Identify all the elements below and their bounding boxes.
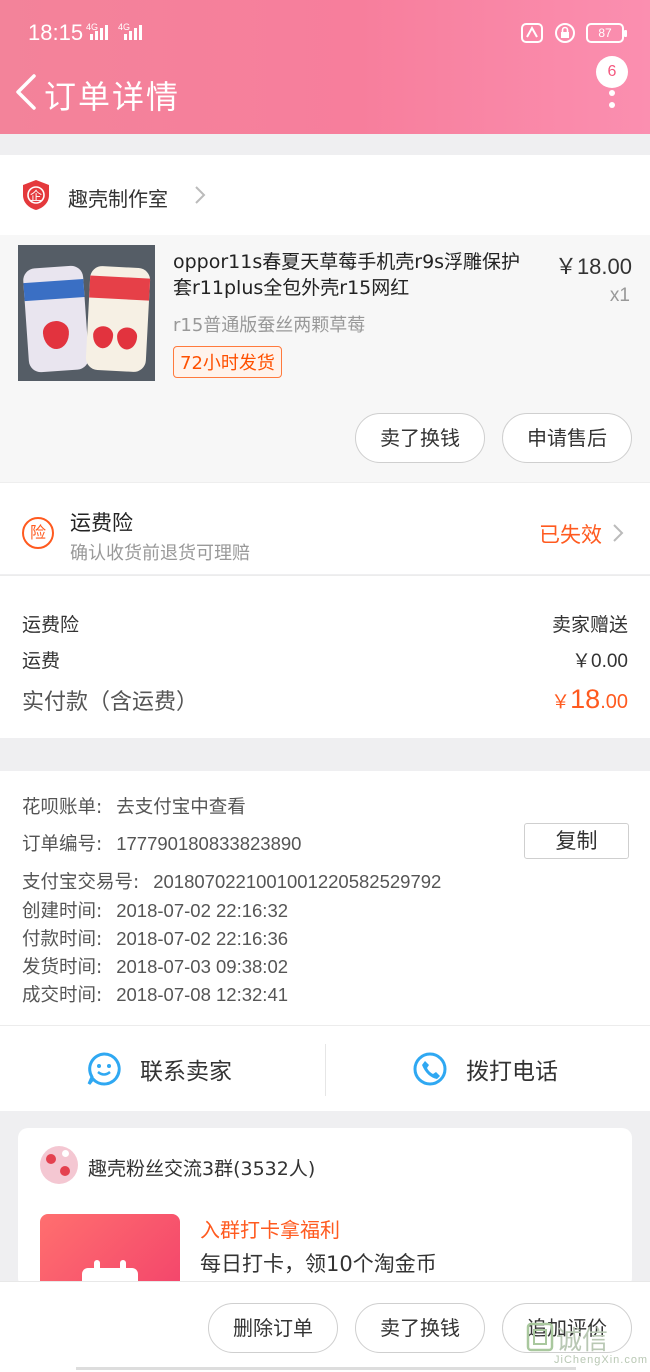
insurance-status: 已失效	[539, 523, 602, 547]
lock-icon	[555, 23, 575, 43]
contact-seller-button[interactable]: 联系卖家	[86, 1026, 232, 1112]
chat-icon	[87, 1052, 121, 1086]
contact-bar: 联系卖家 拨打电话	[0, 1025, 650, 1111]
info-row-huabei: 花呗账单: 去支付宝中查看	[22, 796, 246, 818]
chevron-right-icon	[613, 524, 624, 542]
svg-text:企: 企	[30, 188, 42, 203]
product-quantity: x1	[609, 285, 630, 306]
product-sku: r15普通版蚕丝两颗草莓	[173, 315, 366, 336]
insurance-title: 运费险	[70, 511, 133, 535]
info-row-paid: 付款时间: 2018-07-02 22:16:36	[22, 928, 289, 950]
product-title[interactable]: oppor11s春夏天草莓手机壳r9s浮雕保护套r11plus全包外壳r15网红	[173, 249, 533, 301]
product-card[interactable]: oppor11s春夏天草莓手机壳r9s浮雕保护套r11plus全包外壳r15网红…	[0, 235, 650, 482]
signal-icon	[90, 24, 108, 40]
group-promo-text: 入群打卡拿福利	[200, 1218, 340, 1242]
fee-row-shipping: 运费 ￥0.00	[22, 646, 628, 673]
watermark-text: 诚信	[556, 1326, 609, 1356]
phone-case-left	[22, 265, 90, 373]
huabei-link[interactable]: 去支付宝中查看	[116, 796, 246, 817]
group-name: 趣壳粉丝交流3群(3532人)	[88, 1158, 316, 1180]
divider	[325, 1044, 326, 1096]
app-header: 18:15 4G 4G 87 订单详情 6	[0, 0, 650, 134]
paid-label: 实付款（含运费）	[22, 690, 199, 715]
call-phone-button[interactable]: 拨打电话	[412, 1026, 558, 1112]
group-description: 每日打卡，领10个淘金币	[200, 1252, 437, 1276]
info-row-order-number: 订单编号: 177790180833823890	[22, 833, 302, 855]
fee-summary: 运费险 卖家赠送 运费 ￥0.00 实付款（含运费） ￥18.00	[0, 575, 650, 738]
nfc-icon	[521, 23, 543, 43]
contact-seller-label: 联系卖家	[140, 1059, 232, 1085]
status-bar: 18:15 4G 4G 87	[0, 0, 650, 62]
more-dots-icon	[609, 90, 615, 108]
group-avatar	[40, 1146, 78, 1184]
phone-icon	[413, 1052, 447, 1086]
product-image[interactable]	[18, 245, 155, 381]
watermark-logo-icon	[526, 1322, 554, 1352]
group-promo-image	[40, 1214, 180, 1288]
watermark: 诚信 JiChengXin.com	[526, 1320, 649, 1368]
shop-name: 趣壳制作室	[68, 187, 168, 211]
sell-for-cash-button[interactable]: 卖了换钱	[355, 413, 485, 463]
info-row-alipay-trade: 支付宝交易号: 2018070221001001220582529792	[22, 871, 442, 893]
chevron-right-icon	[195, 186, 206, 204]
page-title: 订单详情	[44, 78, 181, 116]
apply-after-sales-button[interactable]: 申请售后	[502, 413, 632, 463]
info-row-shipped: 发货时间: 2018-07-03 09:38:02	[22, 956, 289, 978]
product-price: ￥18.00	[554, 254, 632, 279]
signal-icon-2	[124, 24, 142, 40]
fan-group-card[interactable]: 趣壳粉丝交流3群(3532人) 入群打卡拿福利 每日打卡，领10个淘金币	[18, 1128, 632, 1288]
shop-row[interactable]: 企 趣壳制作室	[0, 155, 650, 235]
fee-value: 卖家赠送	[551, 614, 628, 636]
shipping-tag: 72小时发货	[173, 346, 282, 378]
gesture-bar	[76, 1367, 576, 1370]
fee-row-paid: 实付款（含运费） ￥18.00	[22, 684, 628, 716]
sell-for-cash-bottom-button[interactable]: 卖了换钱	[355, 1303, 485, 1353]
insurance-subtitle: 确认收货前退货可理赔	[70, 543, 250, 564]
status-time: 18:15	[28, 20, 84, 45]
fee-label: 运费	[22, 650, 61, 672]
back-arrow-icon[interactable]	[10, 70, 42, 114]
info-row-created: 创建时间: 2018-07-02 22:16:32	[22, 900, 289, 922]
notification-badge: 6	[596, 56, 628, 88]
fee-label: 运费险	[22, 614, 80, 636]
more-menu-button[interactable]: 6	[596, 56, 636, 116]
fee-value: ￥0.00	[572, 651, 628, 672]
paid-amount: ￥18.00	[551, 684, 628, 714]
fee-row-insurance: 运费险 卖家赠送	[22, 610, 628, 637]
info-row-completed: 成交时间: 2018-07-08 12:32:41	[22, 984, 289, 1006]
order-info: 花呗账单: 去支付宝中查看 订单编号: 177790180833823890 复制 …	[0, 771, 650, 1025]
enterprise-shop-icon: 企	[23, 180, 49, 210]
battery-icon: 87	[586, 23, 627, 43]
watermark-sub: JiChengXin.com	[554, 1354, 649, 1366]
delete-order-button[interactable]: 删除订单	[208, 1303, 338, 1353]
call-phone-label: 拨打电话	[466, 1059, 558, 1085]
insurance-icon: 险	[22, 517, 54, 549]
copy-button[interactable]: 复制	[524, 823, 629, 859]
phone-case-right	[85, 265, 151, 373]
shipping-insurance-row[interactable]: 险 运费险 确认收货前退货可理赔 已失效	[0, 482, 650, 574]
status-icons: 87	[520, 22, 627, 44]
